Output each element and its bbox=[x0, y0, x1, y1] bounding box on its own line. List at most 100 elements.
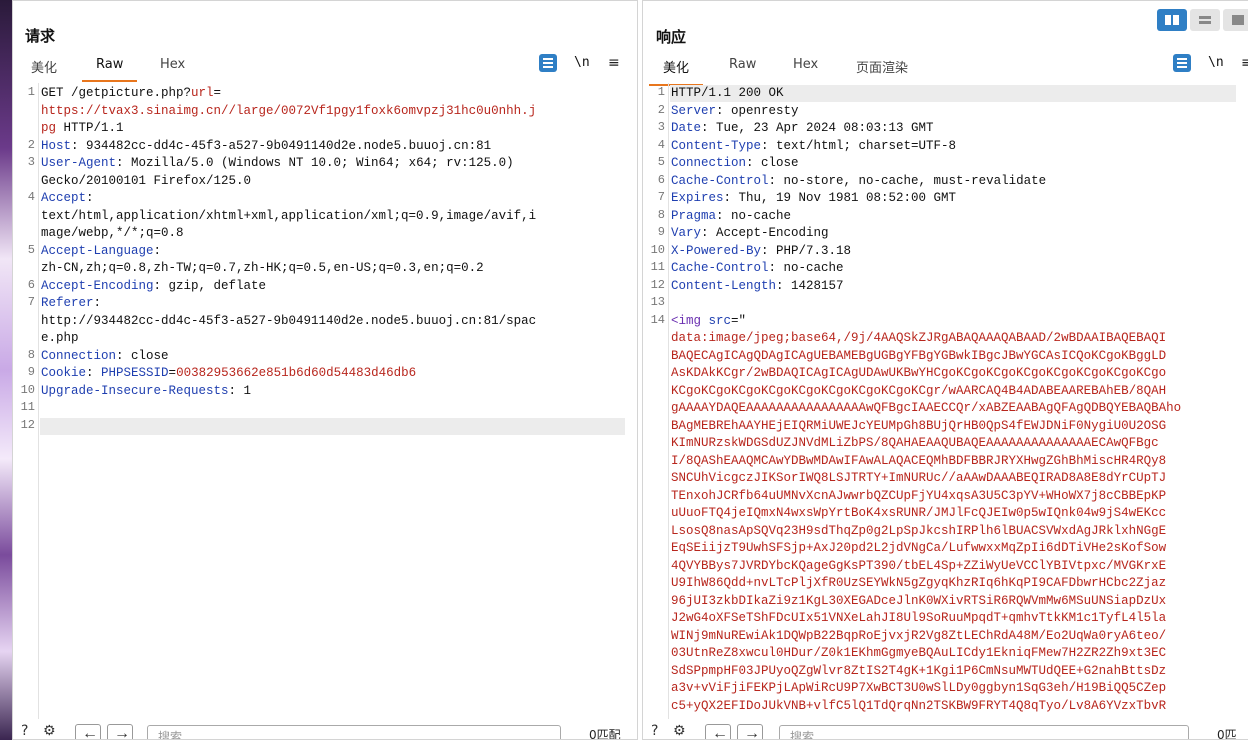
code-line: Accept-Language: bbox=[41, 243, 161, 261]
code-token: : Thu, 19 Nov 1981 08:52:00 GMT bbox=[723, 191, 957, 205]
back-button[interactable]: ← bbox=[75, 724, 101, 739]
code-line: Cache-Control: no-cache bbox=[671, 260, 844, 278]
forward-button[interactable]: → bbox=[107, 724, 133, 739]
code-token: uUuoFTQ4jeIQmxN4wxsWpYrtBoK4xsRUNR/JMJlF… bbox=[671, 506, 1167, 520]
help-icon[interactable]: ? bbox=[651, 723, 658, 739]
code-line: U9IhW86Qdd+nvLTcPljXfR0UzSEYWkN5gZgyqKhz… bbox=[671, 575, 1166, 593]
code-line: BAQECAgICAgQDAgICAgUEBAMEBgUGBgYFBgYGBwk… bbox=[671, 348, 1166, 366]
settings-icon[interactable]: ⚙ bbox=[673, 723, 686, 739]
code-token: I/8QAShEAAQMCAwYDBwMDAwIFAwALAQACEQMhBDF… bbox=[671, 453, 1167, 468]
line-number: 7 bbox=[27, 295, 35, 309]
code-token: GET /getpicture.php? bbox=[41, 86, 192, 100]
code-line: http://934482cc-dd4c-45f3-a527-9b0491140… bbox=[41, 313, 536, 331]
code-token: text/html,application/xhtml+xml,applicat… bbox=[41, 208, 537, 223]
match-count: 0匹配 bbox=[1217, 728, 1237, 739]
code-line: text/html,application/xhtml+xml,applicat… bbox=[41, 208, 536, 226]
layout-toggle bbox=[1157, 9, 1248, 31]
code-token: : bbox=[86, 366, 102, 380]
single-view-icon[interactable] bbox=[1223, 9, 1248, 31]
tab-hex[interactable]: Hex bbox=[160, 57, 185, 76]
newline-toggle[interactable]: \n bbox=[574, 55, 590, 70]
code-line: c5+yQX2EFIDoJUkVNB+vlfC5lQ1TdQrqNn2TSKBW… bbox=[671, 698, 1166, 716]
code-token: KImNURzskWDGSdUZJNVdMLiZbPS/8QAHAEAAQUBA… bbox=[671, 436, 1159, 450]
code-line: data:image/jpeg;base64,/9j/4AAQSkZJRgABA… bbox=[671, 330, 1166, 348]
code-token: 03UtnReZ8xwcul0HDur/Z0k1EKhmGgmyeBQAuLIC… bbox=[671, 646, 1167, 660]
pretty-print-icon[interactable] bbox=[539, 54, 557, 72]
code-token: Cache-Control bbox=[671, 261, 769, 275]
code-token: : bbox=[86, 191, 94, 205]
line-number: 3 bbox=[657, 120, 665, 134]
response-editor[interactable]: 1 HTTP/1.1 200 OK 2 Server: openresty 3 Date:… bbox=[643, 83, 1248, 719]
code-token: X-Powered-By bbox=[671, 243, 762, 258]
code-line: mage/webp,*/*;q=0.8 bbox=[41, 225, 184, 243]
code-line: KImNURzskWDGSdUZJNVdMLiZbPS/8QAHAEAAQUBA… bbox=[671, 435, 1159, 453]
help-icon[interactable]: ? bbox=[21, 723, 28, 739]
back-button[interactable]: ← bbox=[705, 724, 731, 739]
code-line: HTTP/1.1 200 OK bbox=[671, 85, 784, 103]
pretty-print-icon[interactable] bbox=[1173, 54, 1191, 72]
code-token: EqSEiijzT9UwhSFSjp+AxJ20pd2L2jdVNgCa/Luf… bbox=[671, 541, 1167, 555]
menu-icon[interactable]: ≡ bbox=[1241, 55, 1248, 71]
settings-icon[interactable]: ⚙ bbox=[43, 723, 56, 739]
code-token: : 1428157 bbox=[776, 278, 844, 293]
code-token: pg bbox=[41, 121, 57, 135]
code-line: Expires: Thu, 19 Nov 1981 08:52:00 GMT bbox=[671, 190, 956, 208]
code-token: Cache-Control bbox=[671, 173, 769, 188]
code-token: : PHP/7.3.18 bbox=[761, 243, 852, 258]
forward-button[interactable]: → bbox=[737, 724, 763, 739]
code-token: zh-CN,zh;q=0.8,zh-TW;q=0.7,zh-HK;q=0.5,e… bbox=[41, 261, 484, 275]
code-token: : 1 bbox=[228, 383, 252, 398]
code-token: 2e851b6d60d54483d46db6 bbox=[251, 366, 417, 380]
code-line: X-Powered-By: PHP/7.3.18 bbox=[671, 243, 851, 261]
menu-icon[interactable]: ≡ bbox=[608, 55, 620, 71]
response-toolbar: \n ≡ bbox=[1171, 54, 1248, 74]
code-token: HTTP/1.1 bbox=[56, 121, 124, 135]
code-line: Accept-Encoding: gzip, deflate bbox=[41, 278, 266, 296]
line-number: 11 bbox=[20, 400, 35, 414]
code-token: Expires bbox=[671, 191, 724, 205]
tab-render[interactable]: 页面渲染 bbox=[856, 57, 908, 80]
code-token: Accept-Encoding bbox=[41, 278, 154, 293]
search-input[interactable]: 搜索 bbox=[779, 725, 1189, 739]
line-number: 6 bbox=[657, 172, 665, 187]
line-number: 10 bbox=[20, 382, 35, 397]
code-line: gAAAAYDAQEAAAAAAAAAAAAAAAAwQFBgcIAAECCQr… bbox=[671, 400, 1181, 418]
code-line: pg HTTP/1.1 bbox=[41, 120, 124, 138]
tab-pretty[interactable]: 美化 bbox=[648, 57, 704, 86]
split-horizontal-icon[interactable] bbox=[1157, 9, 1187, 31]
code-line: Connection: close bbox=[41, 348, 169, 366]
code-line: User-Agent: Mozilla/5.0 (Windows NT 10.0… bbox=[41, 155, 514, 173]
code-token: e.php bbox=[41, 331, 79, 345]
code-token: =" bbox=[731, 313, 747, 328]
line-number: 12 bbox=[20, 417, 35, 432]
line-number: 8 bbox=[27, 347, 35, 362]
code-token: Content-Type bbox=[671, 138, 762, 153]
code-line: WINj9mNuREwiAk1DQWpB22BqpRoEjvxjR2Vg8ZtL… bbox=[671, 628, 1166, 646]
response-bottom-bar: ? ⚙ ← → 搜索 0匹配 bbox=[643, 719, 1248, 739]
code-token: Vary bbox=[671, 226, 702, 240]
response-title: 响应 bbox=[656, 28, 687, 46]
tab-pretty[interactable]: 美化 bbox=[31, 57, 57, 80]
code-token: : no-cache bbox=[768, 261, 844, 275]
line-number: 2 bbox=[27, 137, 35, 152]
tab-raw[interactable]: Raw bbox=[81, 57, 138, 82]
code-token: Accept bbox=[41, 191, 87, 205]
search-input[interactable]: 搜索 bbox=[147, 725, 561, 739]
newline-toggle[interactable]: \n bbox=[1208, 55, 1224, 70]
code-line: 96jUI3zkbDIkaZi9z1KgL30XEGADceJlnK0WXivR… bbox=[671, 593, 1166, 611]
request-editor[interactable]: 1 GET /getpicture.php?url= https://tvax3.s… bbox=[13, 83, 637, 719]
code-line: SNCUhVicgczJIKSorIWQ8LSJTRTY+ImNURUc//aA… bbox=[671, 470, 1166, 488]
code-token: : openresty bbox=[716, 103, 799, 118]
code-token: = bbox=[213, 86, 222, 100]
code-line: Date: Tue, 23 Apr 2024 08:03:13 GMT bbox=[671, 120, 934, 138]
request-bottom-bar: ? ⚙ ← → 搜索 0匹配 bbox=[13, 719, 637, 739]
tab-hex[interactable]: Hex bbox=[793, 57, 818, 76]
tab-raw[interactable]: Raw bbox=[729, 57, 756, 76]
split-vertical-icon[interactable] bbox=[1190, 9, 1220, 31]
code-token: SNCUhVicgczJIKSorIWQ8LSJTRTY+ImNURUc//aA… bbox=[671, 471, 1167, 485]
code-token: BAgMEBREhAAYHEjEIQRMiUWEJcYEUMpGh8BUjQrH… bbox=[671, 418, 1167, 433]
match-count: 0匹配 bbox=[589, 728, 621, 739]
code-token: c5+yQX2EFIDoJUkVNB+vlfC5lQ1TdQrqNn2TSKBW… bbox=[671, 698, 1167, 713]
code-line: KCgoKCgoKCgoKCgoKCgoKCgoKCgoKCgoKCgr/wAA… bbox=[671, 383, 1166, 401]
code-token: : no-store, no-cache, must-revalidate bbox=[768, 173, 1047, 188]
